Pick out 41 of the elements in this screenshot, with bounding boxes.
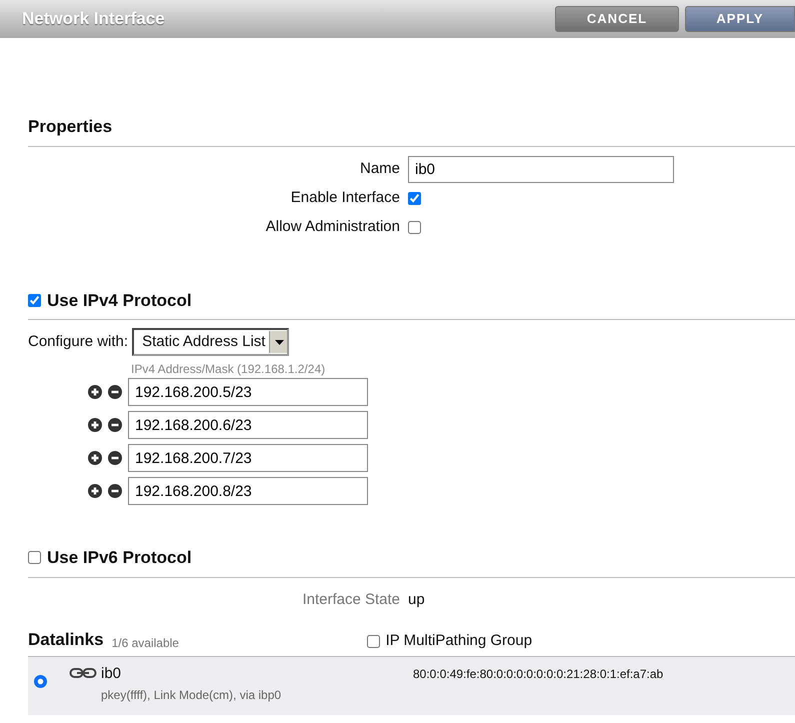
field-label: Enable Interface [290,188,401,208]
link-icon [69,667,97,679]
datalink-address: 80:0:0:49:fe:80:0:0:0:0:0:0:0:21:28:0:1:ef:a7:ab [413,666,664,683]
remove-icon[interactable] [108,385,122,399]
configure-dropdown[interactable]: Static Address List [132,328,290,356]
caret-icon[interactable] [269,331,288,353]
admin-checkbox[interactable] [408,220,421,234]
cancel-button[interactable]: CANCEL [555,6,679,32]
address-field[interactable]: 192.168.200.8/23 [128,477,368,505]
apply-button[interactable]: APPLY [685,6,795,32]
field-label: Interface State [301,590,401,610]
section-heading: Datalinks [28,628,104,650]
address-field[interactable]: 192.168.200.6/23 [128,411,368,439]
remove-icon[interactable] [108,451,122,465]
field-label: Configure with: [28,332,128,352]
section-heading: Properties [28,116,112,138]
remove-icon[interactable] [108,484,122,498]
field-label: IP MultiPathing Group [386,630,532,650]
radio-button[interactable] [34,675,47,688]
field-label: Name [358,158,401,179]
remove-icon[interactable] [108,418,122,432]
section-heading: Use IPv6 Protocol [47,547,192,569]
count-label: 1/6 available [112,635,180,652]
add-icon[interactable] [88,418,102,432]
multipath-checkbox[interactable] [366,635,380,648]
field-value: up [408,590,425,610]
datalink-name: ib0 [101,664,122,684]
add-icon[interactable] [88,385,102,399]
field-hint: IPv4 Address/Mask (192.168.1.2/24) [131,361,326,378]
address-field[interactable]: 192.168.200.7/23 [128,444,368,472]
ipv6-checkbox[interactable] [28,551,41,564]
ipv4-checkbox[interactable] [28,294,41,307]
window-title: Network Interface [22,8,166,30]
section-heading: Use IPv4 Protocol [47,290,192,312]
name-field[interactable]: ib0 [408,156,674,182]
add-icon[interactable] [88,484,102,498]
enable-checkbox[interactable] [408,192,421,204]
add-icon[interactable] [88,451,102,465]
datalink-detail: pkey(ffff), Link Mode(cm), via ibp0 [101,686,282,704]
field-label: Allow Administration [264,216,401,237]
address-field[interactable]: 192.168.200.5/23 [128,378,368,406]
